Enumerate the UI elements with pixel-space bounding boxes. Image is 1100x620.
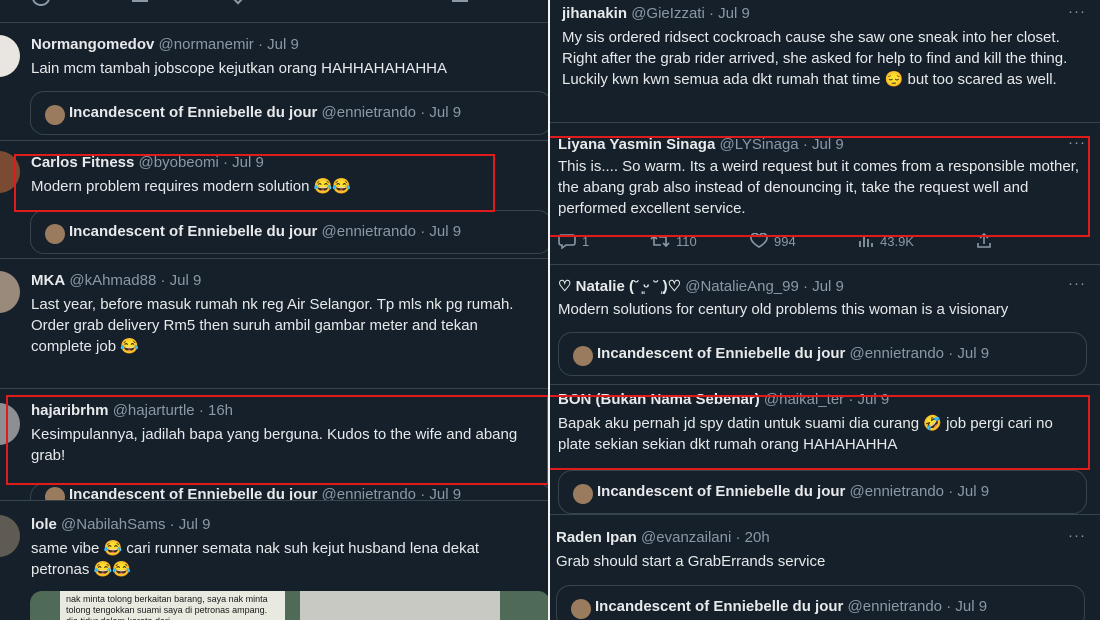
author-name[interactable]: MKA [31, 272, 65, 289]
quoted-header: Incandescent of Enniebelle du jour @enni… [597, 483, 989, 500]
tweet-text: Modern solutions for century old problem… [558, 301, 1009, 318]
quoted-author-name: Incandescent of Enniebelle du jour [597, 345, 846, 362]
tweet-header: jihanakin @GieIzzati · Jul 9 [562, 5, 750, 22]
more-options-icon[interactable]: ··· [1068, 527, 1086, 544]
avatar[interactable] [0, 271, 20, 313]
quoted-header: Incandescent of Enniebelle du jour @enni… [597, 345, 989, 362]
tweet-media-image[interactable]: nak minta tolong berkaitan barang, saya … [30, 591, 550, 620]
share-icon[interactable] [452, 0, 468, 2]
quoted-time: · Jul 9 [946, 598, 988, 615]
quoted-header: Incandescent of Enniebelle du jour @enni… [595, 598, 987, 615]
tweet-natalie[interactable]: ♡ Natalie (˘ ͈ᵕ ˘ ͈)♡ @NatalieAng_99 · J… [550, 264, 1100, 383]
top-action-bar: 205 [0, 0, 550, 8]
media-text: nak minta tolong berkaitan barang, saya … [66, 594, 268, 620]
quoted-tweet-partial[interactable]: Incandescent of Enniebelle du jour @enni… [30, 483, 550, 500]
tweet-header: lole @NabilahSams · Jul 9 [31, 516, 210, 533]
quoted-time: · Jul 9 [420, 223, 462, 240]
quoted-author-handle: @ennietrando [849, 345, 945, 362]
more-options-icon[interactable]: ··· [1068, 275, 1086, 292]
quoted-author-handle: @ennietrando [321, 223, 417, 240]
tweet-time[interactable]: · 20h [735, 529, 769, 546]
author-handle[interactable]: @NatalieAng_99 [685, 278, 799, 295]
right-screenshot-panel: jihanakin @GieIzzati · Jul 9 ··· My sis … [550, 0, 1100, 620]
author-name[interactable]: jihanakin [562, 5, 627, 22]
quoted-tweet[interactable]: Incandescent of Enniebelle du jour @enni… [30, 210, 550, 254]
retweet-icon[interactable] [132, 0, 148, 2]
views-count: 205 [356, 0, 378, 1]
tweet-header: Raden Ipan @evanzailani · 20h [556, 529, 770, 546]
author-name[interactable]: ♡ Natalie (˘ ͈ᵕ ˘ ͈)♡ [558, 278, 681, 295]
tweet-header: MKA @kAhmad88 · Jul 9 [31, 272, 201, 289]
tweet-text: My sis ordered ridsect cockroach cause s… [562, 29, 1068, 88]
highlight-box-bon [550, 395, 1090, 470]
quoted-avatar [571, 599, 591, 619]
quoted-author-name: Incandescent of Enniebelle du jour [597, 483, 846, 500]
author-handle[interactable]: @evanzailani [641, 529, 731, 546]
tweet-time[interactable]: · Jul 9 [709, 5, 750, 22]
quoted-author-name: Incandescent of Enniebelle du jour [69, 486, 318, 500]
tweet-header: Normangomedov @normanemir · Jul 9 [31, 36, 299, 53]
quoted-header: Incandescent of Enniebelle du jour @enni… [69, 104, 461, 121]
author-handle[interactable]: @NabilahSams [61, 516, 165, 533]
quoted-avatar [573, 484, 593, 504]
tweet-time[interactable]: · Jul 9 [803, 278, 844, 295]
quoted-time: · Jul 9 [948, 483, 990, 500]
tweet-lole[interactable]: lole @NabilahSams · Jul 9 same vibe 😂 ca… [0, 500, 550, 620]
quoted-author-handle: @ennietrando [849, 483, 945, 500]
tweet-raden-ipan[interactable]: Raden Ipan @evanzailani · 20h ··· Grab s… [550, 514, 1100, 620]
highlight-box-carlos [14, 154, 495, 212]
quoted-author-handle: @ennietrando [321, 486, 417, 500]
quoted-time: · Jul 9 [420, 104, 462, 121]
reply-icon[interactable] [32, 0, 50, 6]
media-photo-panel [300, 591, 500, 620]
author-name[interactable]: Normangomedov [31, 36, 154, 53]
media-screenshot-panel: nak minta tolong berkaitan barang, saya … [60, 591, 285, 620]
quoted-tweet[interactable]: Incandescent of Enniebelle du jour @enni… [558, 332, 1087, 376]
tweet-jihanakin[interactable]: jihanakin @GieIzzati · Jul 9 ··· My sis … [550, 0, 1100, 120]
quoted-tweet[interactable]: Incandescent of Enniebelle du jour @enni… [556, 585, 1085, 620]
quoted-author-handle: @ennietrando [321, 104, 417, 121]
author-name[interactable]: lole [31, 516, 57, 533]
quoted-author-name: Incandescent of Enniebelle du jour [69, 223, 318, 240]
tweet-text: Lain mcm tambah jobscope kejutkan orang … [31, 60, 448, 77]
quoted-time: · Jul 9 [420, 486, 462, 500]
more-options-icon[interactable]: ··· [1068, 3, 1086, 20]
tweet-time[interactable]: · Jul 9 [258, 36, 299, 53]
quoted-tweet[interactable]: Incandescent of Enniebelle du jour @enni… [30, 91, 550, 135]
quoted-avatar [573, 346, 593, 366]
quoted-author-handle: @ennietrando [847, 598, 943, 615]
highlight-box-hajar [6, 395, 549, 485]
tweet-mka[interactable]: MKA @kAhmad88 · Jul 9 Last year, before … [0, 258, 550, 387]
quoted-author-name: Incandescent of Enniebelle du jour [595, 598, 844, 615]
tweet-text: Grab should start a GrabErrands service [556, 553, 826, 570]
author-handle[interactable]: @GieIzzati [631, 5, 705, 22]
tweet-text: same vibe 😂 cari runner semata nak suh k… [31, 540, 480, 578]
author-handle[interactable]: @normanemir [159, 36, 254, 53]
tweet-time[interactable]: · Jul 9 [160, 272, 201, 289]
quoted-avatar [45, 487, 65, 500]
quoted-avatar [45, 224, 65, 244]
like-icon[interactable] [229, 0, 247, 5]
tweet-header: ♡ Natalie (˘ ͈ᵕ ˘ ͈)♡ @NatalieAng_99 · J… [558, 277, 844, 295]
left-screenshot-panel: 205 Normangomedov @normanemir · Jul 9 La… [0, 0, 550, 620]
avatar[interactable] [0, 35, 20, 77]
quoted-header: Incandescent of Enniebelle du jour @enni… [69, 486, 461, 500]
quoted-avatar [45, 105, 65, 125]
quoted-time: · Jul 9 [948, 345, 990, 362]
quoted-author-name: Incandescent of Enniebelle du jour [69, 104, 318, 121]
tweet-text: Last year, before masuk rumah nk reg Air… [31, 296, 514, 355]
author-handle[interactable]: @kAhmad88 [69, 272, 156, 289]
tweet-time[interactable]: · Jul 9 [170, 516, 211, 533]
highlight-box-liyana [550, 136, 1090, 237]
quoted-tweet[interactable]: Incandescent of Enniebelle du jour @enni… [558, 470, 1087, 514]
quoted-header: Incandescent of Enniebelle du jour @enni… [69, 223, 461, 240]
tweet-normangomedov[interactable]: Normangomedov @normanemir · Jul 9 Lain m… [0, 22, 550, 139]
author-name[interactable]: Raden Ipan [556, 529, 637, 546]
avatar[interactable] [0, 515, 20, 557]
